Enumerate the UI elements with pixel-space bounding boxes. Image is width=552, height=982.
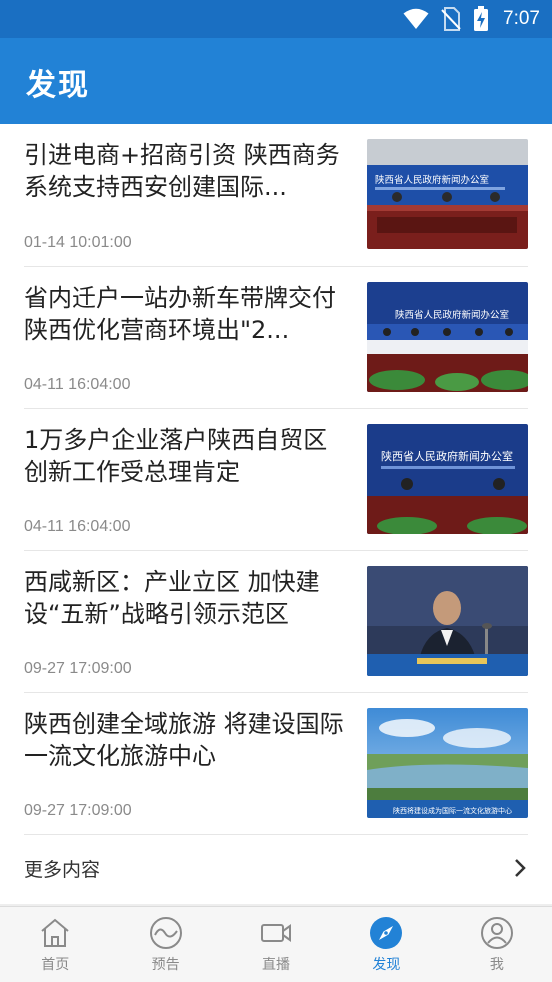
- news-item[interactable]: 引进电商+招商引资 陕西商务系统支持西安创建国际... 01-14 10:01:…: [24, 124, 528, 267]
- news-time: 09-27 17:09:00: [24, 802, 132, 819]
- nav-label: 发现: [372, 957, 401, 973]
- news-item[interactable]: 西咸新区：产业立区 加快建设“五新”战略引领示范区 09-27 17:09:00: [24, 551, 528, 693]
- news-thumbnail[interactable]: 陕西省人民政府新闻办公室: [367, 282, 528, 392]
- wave-icon[interactable]: [149, 916, 183, 950]
- thumb-caption: 陕西将建设成为国际一流文化旅游中心: [393, 806, 512, 815]
- app-bar: 发现: [0, 38, 552, 124]
- news-item[interactable]: 省内迁户一站办新车带牌交付 陕西优化营商环境出"2... 04-11 16:04…: [24, 267, 528, 409]
- news-time: 04-11 16:04:00: [24, 518, 131, 535]
- page-title: 发现: [26, 68, 90, 103]
- news-item[interactable]: 陕西创建全域旅游 将建设国际一流文化旅游中心 09-27 17:09:00 陕西…: [24, 693, 528, 835]
- news-title[interactable]: 省内迁户一站办新车带牌交付 陕西优化营商环境出"2...: [24, 282, 354, 346]
- no-sim-icon: [441, 7, 461, 31]
- news-time: 09-27 17:09:00: [24, 660, 132, 677]
- nav-label: 直播: [262, 957, 291, 973]
- nav-item-live[interactable]: 直播: [221, 907, 331, 982]
- news-title[interactable]: 1万多户企业落户陕西自贸区 创新工作受总理肯定: [24, 424, 354, 488]
- status-time: 7:07: [503, 8, 540, 29]
- chevron-right-icon[interactable]: [512, 857, 528, 879]
- home-icon[interactable]: [38, 916, 72, 950]
- news-time: 04-11 16:04:00: [24, 376, 131, 393]
- thumb-caption: 陕西省人民政府新闻办公室: [395, 309, 509, 321]
- news-item[interactable]: 1万多户企业落户陕西自贸区 创新工作受总理肯定 04-11 16:04:00 陕…: [24, 409, 528, 551]
- thumb-caption: 陕西省人民政府新闻办公室: [381, 449, 513, 463]
- news-thumbnail[interactable]: 陕西将建设成为国际一流文化旅游中心: [367, 708, 528, 818]
- news-thumbnail[interactable]: 陕西省人民政府新闻办公室: [367, 424, 528, 534]
- status-bar: 7:07: [0, 0, 552, 38]
- nav-item-preview[interactable]: 预告: [110, 907, 220, 982]
- news-title[interactable]: 西咸新区：产业立区 加快建设“五新”战略引领示范区: [24, 566, 354, 630]
- user-icon[interactable]: [480, 916, 514, 950]
- battery-charging-icon: [474, 6, 489, 31]
- news-thumbnail[interactable]: 陕西省人民政府新闻办公室: [367, 139, 528, 249]
- news-title[interactable]: 陕西创建全域旅游 将建设国际一流文化旅游中心: [24, 708, 354, 772]
- nav-label: 首页: [41, 957, 70, 973]
- more-content-row[interactable]: 更多内容: [24, 832, 528, 904]
- news-title[interactable]: 引进电商+招商引资 陕西商务系统支持西安创建国际...: [24, 139, 354, 203]
- nav-item-me[interactable]: 我: [442, 907, 552, 982]
- video-camera-icon[interactable]: [259, 916, 293, 950]
- compass-icon[interactable]: [369, 916, 403, 950]
- nav-label: 我: [489, 957, 504, 973]
- bottom-nav: 首页 预告 直播 发现 我: [0, 906, 552, 982]
- nav-item-discover[interactable]: 发现: [331, 907, 441, 982]
- news-time: 01-14 10:01:00: [24, 234, 132, 251]
- status-icons: 7:07: [403, 6, 540, 32]
- nav-label: 预告: [151, 957, 180, 973]
- wifi-icon: [403, 8, 429, 29]
- nav-item-home[interactable]: 首页: [0, 907, 110, 982]
- news-thumbnail[interactable]: [367, 566, 528, 676]
- thumb-caption: 陕西省人民政府新闻办公室: [375, 174, 489, 186]
- more-content-label[interactable]: 更多内容: [24, 855, 100, 882]
- news-list: 引进电商+招商引资 陕西商务系统支持西安创建国际... 01-14 10:01:…: [0, 124, 552, 835]
